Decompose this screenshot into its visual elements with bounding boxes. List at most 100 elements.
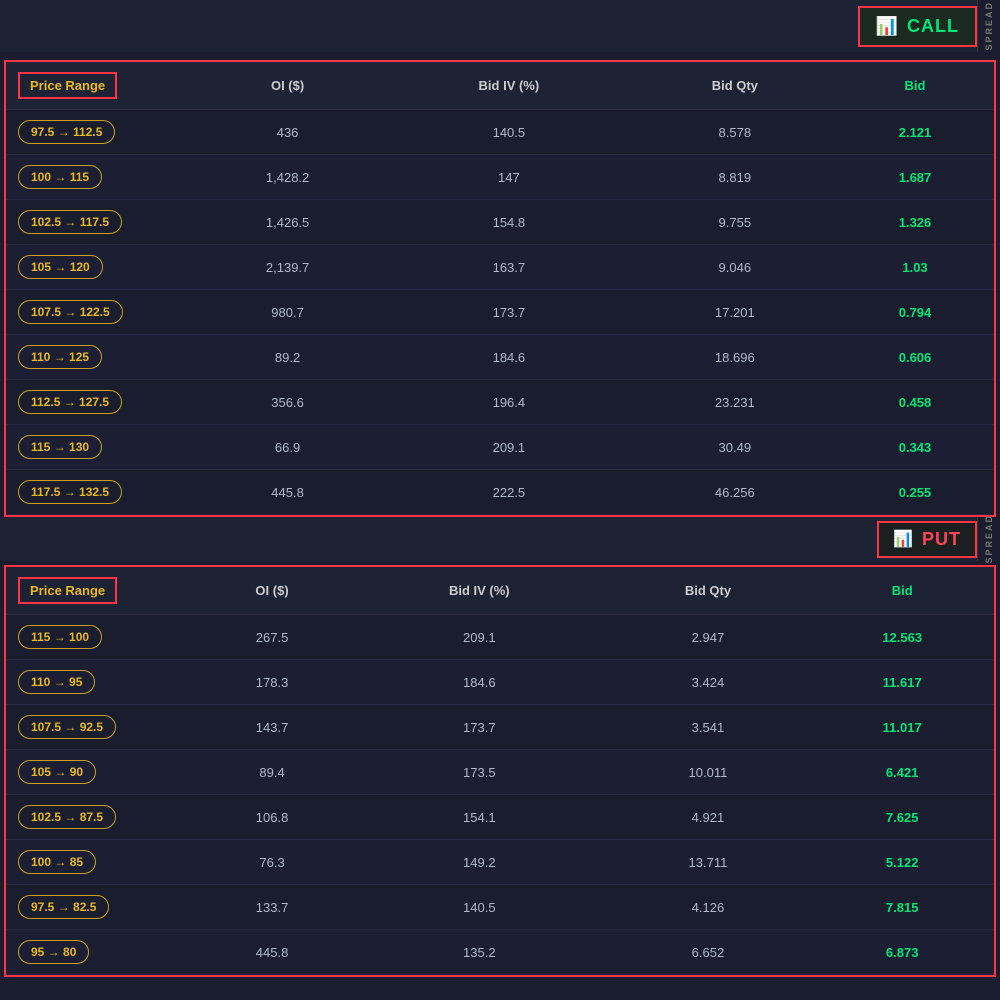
call-bid-cell: 1.687 — [836, 155, 994, 200]
call-price-badge: 115 → 130 — [18, 435, 102, 459]
put-bid-qty-cell: 13.711 — [606, 840, 811, 885]
call-bid-cell: 2.121 — [836, 110, 994, 155]
call-bid-qty-cell: 30.49 — [634, 425, 836, 470]
put-bid-iv-cell: 184.6 — [353, 660, 605, 705]
call-col-bid-qty: Bid Qty — [634, 62, 836, 110]
put-oi-cell: 445.8 — [191, 930, 353, 975]
call-label: CALL — [907, 16, 959, 37]
put-bid-qty-cell: 4.126 — [606, 885, 811, 930]
put-bid-iv-cell: 209.1 — [353, 615, 605, 660]
call-bid-iv-cell: 209.1 — [384, 425, 633, 470]
call-price-badge: 102.5 → 117.5 — [18, 210, 122, 234]
call-tab-button[interactable]: 📊 CALL — [858, 6, 977, 47]
call-oi-cell: 1,428.2 — [191, 155, 384, 200]
put-table-row: 115 → 100 267.5 209.1 2.947 12.563 — [6, 615, 994, 660]
call-bid-qty-cell: 18.696 — [634, 335, 836, 380]
spread-text: SPREAD — [984, 1, 994, 51]
put-col-oi: OI ($) — [191, 567, 353, 615]
call-table-row: 117.5 → 132.5 445.8 222.5 46.256 0.255 — [6, 470, 994, 515]
call-bid-iv-cell: 173.7 — [384, 290, 633, 335]
put-table-row: 107.5 → 92.5 143.7 173.7 3.541 11.017 — [6, 705, 994, 750]
call-price-range-cell: 105 → 120 — [6, 245, 191, 290]
spread-label: SPREAD — [977, 0, 1000, 52]
put-label: PUT — [922, 529, 961, 550]
put-bid-iv-cell: 173.7 — [353, 705, 605, 750]
call-price-badge: 110 → 125 — [18, 345, 102, 369]
put-oi-cell: 89.4 — [191, 750, 353, 795]
put-bid-iv-cell: 135.2 — [353, 930, 605, 975]
put-bid-qty-cell: 3.424 — [606, 660, 811, 705]
put-col-price-range: Price Range — [6, 567, 191, 615]
put-price-range-cell: 102.5 → 87.5 — [6, 795, 191, 840]
put-bid-cell: 11.617 — [810, 660, 994, 705]
put-oi-cell: 267.5 — [191, 615, 353, 660]
call-bid-qty-cell: 9.755 — [634, 200, 836, 245]
call-col-price-range: Price Range — [6, 62, 191, 110]
put-price-badge: 115 → 100 — [18, 625, 102, 649]
put-price-range-cell: 97.5 → 82.5 — [6, 885, 191, 930]
call-table-row: 100 → 115 1,428.2 147 8.819 1.687 — [6, 155, 994, 200]
chart-icon: 📊 — [876, 16, 899, 37]
put-price-badge: 100 → 85 — [18, 850, 96, 874]
call-section: Price Range OI ($) Bid IV (%) Bid Qty Bi… — [4, 60, 996, 517]
put-price-range-header: Price Range — [18, 577, 117, 604]
put-spread-text: SPREAD — [984, 514, 994, 564]
call-bid-cell: 0.606 — [836, 335, 994, 380]
put-price-badge: 95 → 80 — [18, 940, 89, 964]
call-price-range-cell: 107.5 → 122.5 — [6, 290, 191, 335]
put-bid-cell: 7.625 — [810, 795, 994, 840]
call-table-row: 105 → 120 2,139.7 163.7 9.046 1.03 — [6, 245, 994, 290]
put-tab-button[interactable]: 📊 PUT — [877, 521, 977, 558]
put-price-range-cell: 105 → 90 — [6, 750, 191, 795]
put-oi-cell: 143.7 — [191, 705, 353, 750]
put-bid-cell: 12.563 — [810, 615, 994, 660]
call-price-badge: 100 → 115 — [18, 165, 102, 189]
call-bid-iv-cell: 163.7 — [384, 245, 633, 290]
call-oi-cell: 980.7 — [191, 290, 384, 335]
put-bid-qty-cell: 6.652 — [606, 930, 811, 975]
call-table-row: 110 → 125 89.2 184.6 18.696 0.606 — [6, 335, 994, 380]
call-bid-iv-cell: 147 — [384, 155, 633, 200]
call-price-badge: 112.5 → 127.5 — [18, 390, 122, 414]
put-bid-cell: 6.421 — [810, 750, 994, 795]
put-oi-cell: 133.7 — [191, 885, 353, 930]
call-table: Price Range OI ($) Bid IV (%) Bid Qty Bi… — [6, 62, 994, 515]
call-bid-qty-cell: 23.231 — [634, 380, 836, 425]
call-price-range-header: Price Range — [18, 72, 117, 99]
call-price-badge: 97.5 → 112.5 — [18, 120, 115, 144]
call-oi-cell: 1,426.5 — [191, 200, 384, 245]
put-col-bid-iv: Bid IV (%) — [353, 567, 605, 615]
call-price-badge: 117.5 → 132.5 — [18, 480, 122, 504]
put-bid-cell: 6.873 — [810, 930, 994, 975]
put-bid-cell: 11.017 — [810, 705, 994, 750]
call-oi-cell: 436 — [191, 110, 384, 155]
call-bid-iv-cell: 222.5 — [384, 470, 633, 515]
call-oi-cell: 2,139.7 — [191, 245, 384, 290]
call-oi-cell: 89.2 — [191, 335, 384, 380]
put-bid-qty-cell: 10.011 — [606, 750, 811, 795]
put-bid-iv-cell: 149.2 — [353, 840, 605, 885]
call-bid-iv-cell: 140.5 — [384, 110, 633, 155]
put-bid-qty-cell: 2.947 — [606, 615, 811, 660]
call-col-oi: OI ($) — [191, 62, 384, 110]
call-bid-iv-cell: 154.8 — [384, 200, 633, 245]
call-bid-qty-cell: 9.046 — [634, 245, 836, 290]
call-price-range-cell: 97.5 → 112.5 — [6, 110, 191, 155]
put-price-badge: 105 → 90 — [18, 760, 96, 784]
call-table-row: 115 → 130 66.9 209.1 30.49 0.343 — [6, 425, 994, 470]
call-price-badge: 107.5 → 122.5 — [18, 300, 123, 324]
put-bid-iv-cell: 154.1 — [353, 795, 605, 840]
put-chart-icon: 📊 — [893, 529, 914, 549]
call-bid-cell: 0.343 — [836, 425, 994, 470]
call-bid-cell: 0.458 — [836, 380, 994, 425]
call-price-badge: 105 → 120 — [18, 255, 103, 279]
put-price-badge: 110 → 95 — [18, 670, 95, 694]
call-price-range-cell: 102.5 → 117.5 — [6, 200, 191, 245]
put-bid-qty-cell: 3.541 — [606, 705, 811, 750]
put-oi-cell: 178.3 — [191, 660, 353, 705]
put-bid-iv-cell: 173.5 — [353, 750, 605, 795]
put-col-bid: Bid — [810, 567, 994, 615]
put-col-bid-qty: Bid Qty — [606, 567, 811, 615]
put-bid-iv-cell: 140.5 — [353, 885, 605, 930]
call-bid-iv-cell: 184.6 — [384, 335, 633, 380]
